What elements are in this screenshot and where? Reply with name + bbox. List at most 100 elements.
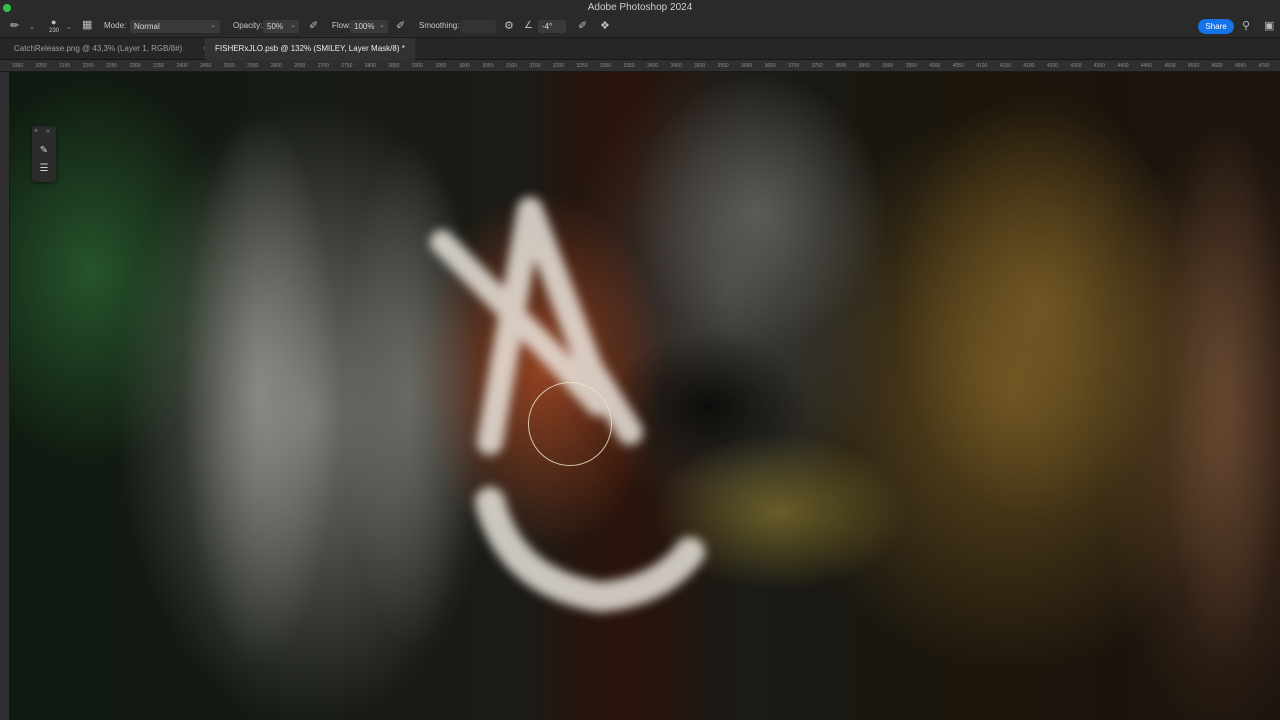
opacity-field[interactable]: 50% ⌄ — [263, 20, 299, 33]
ruler-tick-label: 2800 — [364, 63, 376, 69]
ruler-tick-label: 3750 — [811, 63, 823, 69]
window-title: Adobe Photoshop 2024 — [587, 2, 693, 13]
ruler-tick-label: 2150 — [59, 63, 71, 69]
mode-label: Mode: — [104, 21, 127, 30]
angle-icon: ∠ — [524, 20, 533, 31]
ruler-tick-label: 4650 — [1234, 63, 1247, 69]
smoothing-field[interactable] — [460, 20, 496, 33]
ruler-tick-label: 4100 — [976, 63, 988, 69]
ruler-tick-label: 3700 — [788, 63, 800, 69]
ruler-tick-label: 4550 — [1187, 63, 1200, 69]
flow-value: 100% — [354, 22, 375, 31]
ruler-tick-label: 3000 — [458, 63, 470, 69]
ruler-tick-label: 3500 — [694, 63, 706, 69]
ruler-tick-label: 2400 — [176, 63, 188, 69]
floating-tool-panel: × « ✎ ☰ — [32, 126, 56, 182]
ruler-tick-label: 3550 — [717, 63, 729, 69]
angle-value: -4° — [542, 22, 553, 31]
ruler-tick-label: 4150 — [999, 63, 1011, 69]
chevron-down-icon[interactable]: ⌄ — [29, 23, 35, 31]
ruler-tick-label: 3650 — [764, 63, 776, 69]
ruler-tick-label: 3950 — [905, 63, 917, 69]
ruler-tick-label: 2650 — [294, 63, 306, 69]
brush-preset-icon[interactable]: ● — [51, 18, 56, 27]
ruler-tick-label: 2900 — [411, 63, 423, 69]
angle-field[interactable]: -4° — [538, 20, 566, 33]
ruler-tick-label: 3150 — [529, 63, 541, 69]
options-bar: ✏ ⌄ ● 230 ⌄ ▦ Mode: Normal ⌄ Opacity: 50… — [0, 16, 1280, 38]
close-icon[interactable]: × — [34, 128, 38, 135]
ruler-tick-label: 4600 — [1211, 63, 1223, 69]
chevron-down-icon: ⌄ — [210, 22, 216, 29]
gear-icon[interactable]: ⚙ — [504, 21, 514, 32]
ruler-tick-label: 3800 — [835, 63, 847, 69]
ruler-tick-label: 2350 — [153, 63, 165, 69]
opacity-label: Opacity: — [233, 21, 263, 30]
workspace-icon[interactable]: ▣ — [1264, 21, 1274, 32]
ruler-tick-label: 4050 — [952, 63, 964, 69]
collapse-icon[interactable]: « — [46, 128, 50, 135]
ruler-tick-label: 2750 — [341, 63, 353, 69]
ruler-tick-label: 3100 — [505, 63, 517, 69]
pressure-size-icon[interactable]: ✐ — [578, 21, 587, 32]
ruler-tick-label: 1950 — [12, 63, 24, 69]
ruler-tick-label: 3300 — [599, 63, 612, 69]
ruler-tick-label: 2700 — [317, 63, 329, 69]
horizontal-ruler: 1950 2050 2150 2200 2250 2300 2350 2400 2450 2500… — [0, 60, 1280, 72]
ruler-tick-label: 4700 — [1258, 63, 1270, 69]
ruler-tick-label: 3050 — [482, 63, 494, 69]
symmetry-icon[interactable]: ❖ — [600, 21, 610, 32]
mode-select[interactable]: Normal ⌄ — [130, 20, 220, 33]
tab-catchrelease[interactable]: CatchRelease.png @ 43,3% (Layer 1, RGB/8… — [4, 38, 192, 60]
vertical-ruler — [0, 72, 10, 720]
brush-tool-icon[interactable]: ✏ — [10, 21, 19, 32]
tab-label: CatchRelease.png @ 43,3% (Layer 1, RGB/8… — [14, 44, 183, 53]
ruler-tick-label: 2550 — [247, 63, 259, 69]
ruler-tick-label: 2500 — [223, 63, 235, 69]
ruler-tick-label: 2850 — [388, 63, 400, 69]
brush-tool-icon[interactable]: ✎ — [37, 144, 51, 158]
ruler-tick-label: 4300 — [1070, 63, 1082, 69]
smoothing-label: Smoothing: — [419, 21, 460, 30]
stroke-mouth — [475, 487, 705, 612]
ruler-tick-label: 4200 — [1023, 63, 1035, 69]
share-button[interactable]: Share — [1198, 19, 1234, 34]
airbrush-icon[interactable]: ✐ — [396, 21, 405, 32]
opacity-value: 50% — [267, 22, 284, 31]
chevron-down-icon[interactable]: ⌄ — [66, 23, 72, 31]
ruler-tick-label: 2450 — [200, 63, 212, 69]
document-tab-bar: CatchRelease.png @ 43,3% (Layer 1, RGB/8… — [0, 38, 1280, 60]
chevron-down-icon: ⌄ — [290, 22, 296, 29]
ruler-tick-label: 3600 — [741, 63, 753, 69]
ruler-tick-label: 2200 — [82, 63, 94, 69]
ruler-tick-label: 4450 — [1140, 63, 1152, 69]
ruler-tick-label: 3850 — [858, 63, 870, 69]
ruler-tick-label: 3450 — [670, 63, 682, 69]
chevron-down-icon: ⌄ — [379, 22, 385, 29]
ruler-tick-label: 3350 — [623, 63, 635, 69]
title-bar: Adobe Photoshop 2024 — [0, 0, 1280, 16]
ruler-tick-label: 4000 — [929, 63, 941, 69]
brush-size: 230 — [49, 28, 60, 34]
brush-settings-icon[interactable]: ▦ — [82, 20, 92, 31]
pressure-opacity-icon[interactable]: ✐ — [309, 21, 318, 32]
flow-field[interactable]: 100% ⌄ — [350, 20, 388, 33]
ruler-tick-label: 3400 — [647, 63, 659, 69]
mode-value: Normal — [134, 22, 160, 31]
sliders-icon[interactable]: ☰ — [37, 162, 51, 176]
document-canvas[interactable] — [10, 72, 1280, 720]
ruler-tick-label: 2300 — [129, 63, 141, 69]
ruler-tick-label: 3200 — [552, 63, 565, 69]
ruler-tick-label: 3900 — [882, 63, 894, 69]
tab-fisherxjlo[interactable]: FISHERxJLO.psb @ 132% (SMILEY, Layer Mas… — [205, 38, 415, 60]
ruler-tick-label: 4250 — [1046, 63, 1058, 69]
ruler-tick-label: 4500 — [1164, 63, 1176, 69]
ruler-tick-label: 2250 — [106, 63, 118, 69]
tab-label: FISHERxJLO.psb @ 132% (SMILEY, Layer Mas… — [215, 44, 405, 53]
ruler-tick-label: 4400 — [1117, 63, 1129, 69]
search-icon[interactable]: ⚲ — [1242, 21, 1250, 32]
flow-label: Flow: — [332, 21, 352, 30]
ruler-tick-label: 4350 — [1093, 63, 1105, 69]
brush-strokes — [430, 197, 705, 612]
ruler-tick-label: 3250 — [576, 63, 588, 69]
